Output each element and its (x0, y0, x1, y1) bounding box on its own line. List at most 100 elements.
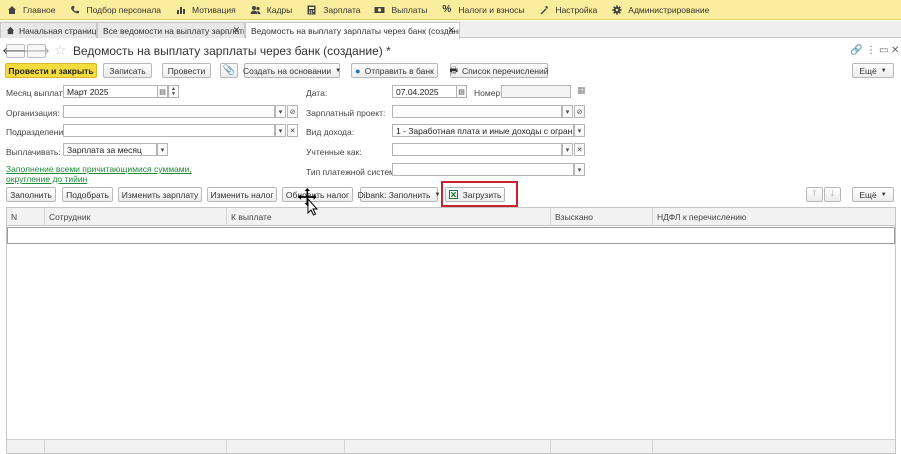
arrow-right-icon: 🡒 (23, 46, 50, 57)
gear-icon (611, 4, 622, 15)
menu-item-main[interactable]: Главное (0, 0, 63, 20)
cash-icon (374, 4, 385, 15)
number-field[interactable] (501, 85, 571, 98)
transfer-list-button[interactable]: 🖶 Список перечислений (450, 63, 548, 78)
menu-item-settings[interactable]: Настройка (532, 0, 605, 20)
date-field[interactable]: 07.04.2025 (392, 85, 457, 98)
dropdown-arrow-icon[interactable]: ▾ (574, 124, 585, 137)
open-link-icon[interactable]: ⊘ (287, 105, 298, 118)
menu-item-motivation[interactable]: Мотивация (169, 0, 244, 20)
calendar-icon[interactable]: ▤ (157, 85, 168, 98)
dropdown-arrow-icon[interactable]: ▾ (562, 105, 573, 118)
menu-item-label: Кадры (266, 4, 293, 15)
tab-home[interactable]: Начальная страница (0, 22, 97, 38)
change-tax-button[interactable]: Изменить налог (207, 187, 277, 202)
forward-button[interactable]: 🡒 (23, 44, 50, 58)
tab-bar: Начальная страница Все ведомости на выпл… (0, 21, 901, 39)
post-and-close-button[interactable]: Провести и закрыть (5, 63, 97, 78)
favorite-star-icon[interactable]: ☆ (54, 42, 67, 59)
dropdown-arrow-icon[interactable]: ▾ (275, 124, 286, 137)
column-header-ndfl[interactable]: НДФЛ к перечислению (653, 208, 895, 226)
dibank-fill-button[interactable]: Dibank: Заполнить ▼ (357, 187, 440, 202)
tab-label: Начальная страница (19, 25, 97, 36)
clear-icon[interactable]: ✕ (574, 143, 585, 156)
dropdown-arrow-icon[interactable]: ▾ (562, 143, 573, 156)
close-icon[interactable]: ✕ (232, 25, 240, 36)
menu-item-label: Мотивация (192, 4, 236, 15)
create-based-on-button[interactable]: Создать на основании ▼ (242, 63, 341, 78)
more-label: Ещё (859, 65, 877, 76)
column-header-collected[interactable]: Взыскано (551, 208, 653, 226)
payment-system-field[interactable] (392, 163, 574, 176)
menu-item-taxes[interactable]: % Налоги и взносы (435, 0, 532, 20)
month-label: Месяц выплаты: (6, 88, 72, 98)
fill-button[interactable]: Заполнить (6, 187, 56, 202)
income-type-field[interactable]: 1 - Заработная плата и иные доходы с огр… (392, 124, 574, 137)
footer-cell (45, 440, 227, 454)
clear-icon[interactable]: ✕ (287, 124, 298, 137)
home-icon (6, 26, 15, 35)
link-icon[interactable]: 🔗 (850, 45, 862, 56)
maximize-icon[interactable]: ▭ (879, 45, 888, 56)
menu-item-salary[interactable]: Зарплата (300, 0, 368, 20)
send-bank-label: Отправить в банк (364, 65, 434, 76)
department-field[interactable] (63, 124, 275, 137)
menu-item-hr[interactable]: Кадры (244, 0, 300, 20)
menu-item-label: Подбор персонала (86, 4, 162, 15)
menu-item-admin[interactable]: Администрирование (605, 0, 717, 20)
attach-button[interactable]: 📎 (220, 63, 238, 78)
table-header: N Сотрудник К выплате Взыскано НДФЛ к пе… (7, 208, 895, 226)
month-stepper[interactable]: ▲ ▼ (168, 85, 179, 98)
barchart-icon (175, 4, 186, 15)
open-link-icon[interactable]: ⊘ (574, 105, 585, 118)
menu-item-recruiting[interactable]: Подбор персонала (63, 0, 169, 20)
pay-field[interactable]: Зарплата за месяц (63, 143, 157, 156)
menu-item-label: Зарплата (323, 4, 361, 15)
send-to-bank-button[interactable]: ● Отправить в банк (351, 63, 438, 78)
dropdown-arrow-icon: ▼ (880, 191, 887, 198)
income-type-label: Вид дохода: (306, 127, 355, 137)
move-down-button[interactable]: 🡓 (824, 187, 841, 202)
arrow-up-icon: 🡑 (812, 187, 817, 198)
tab-current-document[interactable]: Ведомость на выплату зарплаты через банк… (245, 22, 460, 39)
employees-table[interactable]: N Сотрудник К выплате Взыскано НДФЛ к пе… (6, 207, 896, 454)
change-salary-button[interactable]: Изменить зарплату (118, 187, 202, 202)
dropdown-arrow-icon[interactable]: ▾ (275, 105, 286, 118)
footer-cell (7, 440, 45, 454)
column-header-n[interactable]: N (7, 208, 45, 226)
calendar-icon[interactable]: ▤ (456, 85, 467, 98)
menu-item-payments[interactable]: Выплаты (368, 0, 435, 20)
menu-item-label: Администрирование (628, 4, 710, 15)
close-icon[interactable]: ✕ (447, 25, 455, 36)
create-based-label: Создать на основании (242, 65, 332, 76)
footer-cell (227, 440, 345, 454)
move-up-button[interactable]: 🡑 (806, 187, 823, 202)
transfer-list-label: Список перечислений (462, 65, 549, 76)
dibank-label: Dibank: Заполнить (357, 189, 431, 200)
table-icon[interactable]: ▦ (577, 85, 586, 96)
select-button[interactable]: Подобрать (62, 187, 113, 202)
post-button[interactable]: Провести (162, 63, 211, 78)
pay-label: Выплачивать: (6, 147, 61, 157)
more-icon[interactable]: ⋮ (866, 45, 876, 56)
column-header-employee[interactable]: Сотрудник (45, 208, 227, 226)
salary-project-label: Зарплатный проект: (306, 108, 386, 118)
table-row[interactable] (7, 227, 895, 244)
dropdown-arrow-icon[interactable]: ▾ (157, 143, 168, 156)
salary-project-field[interactable] (392, 105, 562, 118)
month-field[interactable]: Март 2025 (63, 85, 158, 98)
tab-all-statements[interactable]: Все ведомости на выплату зарплаты ✕ (97, 22, 245, 38)
menu-item-label: Настройка (555, 4, 598, 15)
table-more-button[interactable]: Ещё ▼ (852, 187, 894, 202)
organization-field[interactable] (63, 105, 275, 118)
main-menu: Главное Подбор персонала Мотивация Кадры… (0, 0, 901, 20)
close-icon[interactable]: ✕ (891, 45, 899, 56)
bank-icon: ● (355, 65, 361, 76)
more-actions-button[interactable]: Ещё ▼ (852, 63, 894, 78)
tab-label: Ведомость на выплату зарплаты через банк… (251, 26, 460, 36)
fill-settings-link[interactable]: Заполнение всеми причитающимися суммами,… (6, 164, 228, 184)
save-button[interactable]: Записать (103, 63, 152, 78)
dropdown-arrow-icon[interactable]: ▾ (574, 163, 585, 176)
counted-as-field[interactable] (392, 143, 562, 156)
column-header-to-pay[interactable]: К выплате (227, 208, 551, 226)
